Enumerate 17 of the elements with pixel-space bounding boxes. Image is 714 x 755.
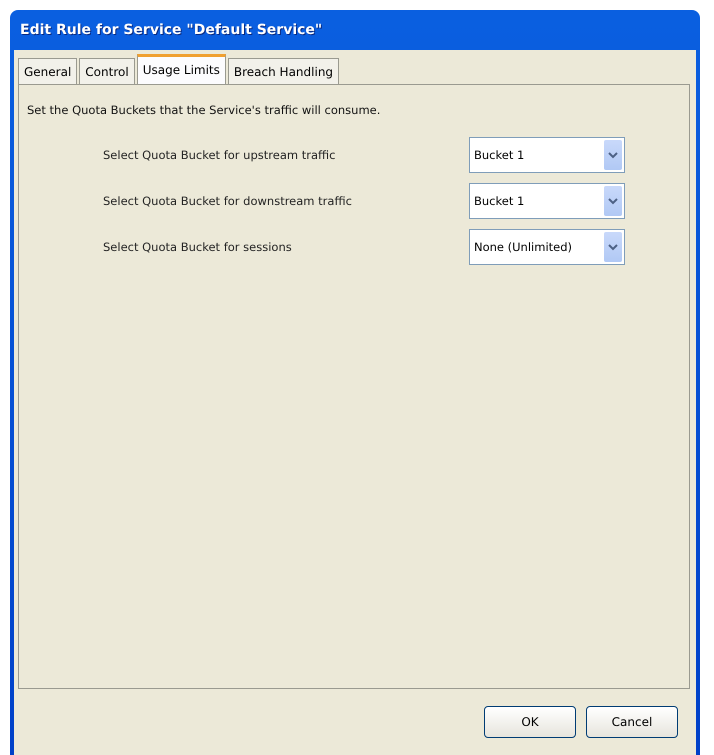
description-text: Set the Quota Buckets that the Service's traffic will consume.: [27, 103, 382, 117]
window-title: Edit Rule for Service "Default Service": [19, 21, 324, 40]
field-label: Select Quota Bucket for downstream traffic: [103, 194, 353, 208]
dialog-button[interactable]: Cancel: [586, 706, 678, 738]
tab[interactable]: General: [18, 58, 78, 84]
field-label: Select Quota Bucket for upstream traffic: [103, 148, 336, 162]
chevron-down-icon: [604, 186, 622, 216]
dropdown[interactable]: None (Unlimited): [469, 229, 625, 265]
chevron-down-icon: [604, 232, 622, 262]
dropdown[interactable]: Bucket 1: [469, 183, 625, 219]
dialog-button[interactable]: OK: [484, 706, 576, 738]
tab[interactable]: Breach Handling: [228, 58, 340, 84]
chevron-down-icon: [604, 140, 622, 170]
field-label: Select Quota Bucket for sessions: [103, 240, 293, 254]
tab[interactable]: Usage Limits: [136, 54, 226, 84]
dropdown[interactable]: Bucket 1: [469, 137, 625, 173]
tab[interactable]: Control: [79, 58, 135, 84]
